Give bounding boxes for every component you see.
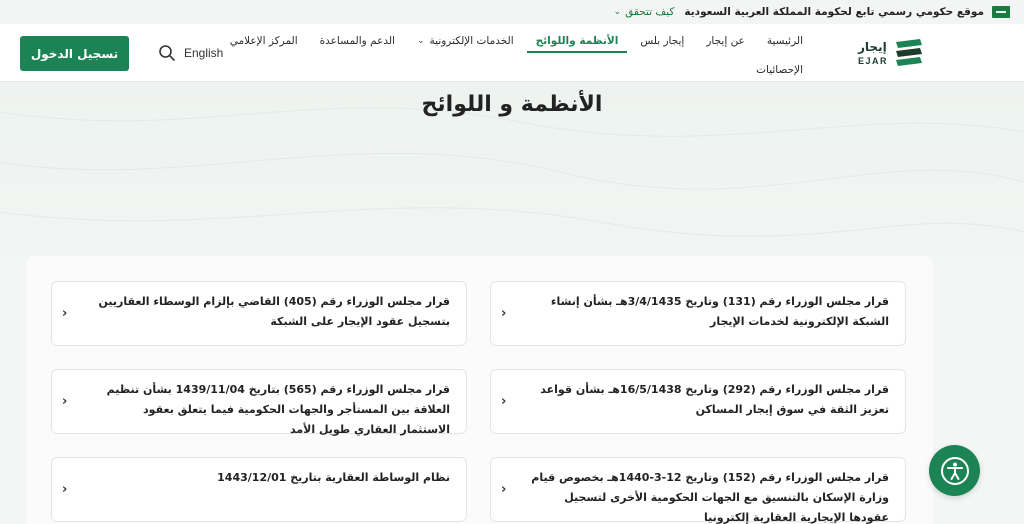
chevron-left-icon: ‹ [62, 482, 68, 497]
accessibility-button[interactable] [929, 445, 980, 496]
regulation-card-title: قرار مجلس الوزراء رقم (131) وتاريخ 3/4/1… [550, 295, 889, 328]
verify-label: كيف تتحقق [625, 6, 675, 18]
nav-item-ejar-plus[interactable]: إيجار بلس [629, 24, 695, 58]
nav-item-about[interactable]: عن إيجار [695, 24, 755, 58]
chevron-left-icon: ‹ [501, 482, 507, 497]
official-site-text: موقع حكومي رسمي تابع لحكومة المملكة العر… [684, 6, 984, 18]
chevron-left-icon: ‹ [62, 306, 68, 321]
regulation-card[interactable]: قرار مجلس الوزراء رقم (152) وتاريخ 12-3-… [490, 457, 906, 524]
hero-section: الأنظمة و اللوائح [0, 82, 1024, 282]
accessibility-icon [940, 456, 969, 485]
regulation-card-title: نظام الوساطة العقارية بتاريخ 1443/12/01 [217, 471, 450, 484]
nav-item-e-services[interactable]: الخدمات الإلكترونية ⌄ [406, 24, 525, 58]
nav-label: الدعم والمساعدة [319, 35, 395, 47]
login-button[interactable]: تسجيل الدخول [20, 36, 129, 71]
nav-row-primary: الرئيسية عن إيجار إيجار بلس الأنظمة والل… [219, 24, 814, 58]
official-banner: موقع حكومي رسمي تابع لحكومة المملكة العر… [0, 0, 1024, 24]
logo-arabic-text: إيجار [858, 40, 887, 54]
nav-item-regulations[interactable]: الأنظمة واللوائح [525, 24, 630, 58]
main-header: تسجيل الدخول English الرئيسية عن إيجار إ… [0, 24, 1024, 82]
nav-label: الرئيسية [766, 35, 803, 47]
ejar-logo-mark-icon [896, 39, 922, 66]
page-title: الأنظمة و اللوائح [421, 92, 603, 117]
nav-label: الأنظمة واللوائح [535, 35, 619, 47]
nav-label: الإحصائيات [756, 64, 803, 76]
nav-label: إيجار بلس [640, 35, 685, 47]
ejar-logo[interactable]: إيجار EJAR [858, 38, 928, 70]
chevron-left-icon: ‹ [62, 394, 68, 409]
saudi-flag-icon [992, 6, 1010, 18]
chevron-left-icon: ‹ [501, 306, 507, 321]
chevron-left-icon: ‹ [501, 394, 507, 409]
regulations-panel: قرار مجلس الوزراء رقم (131) وتاريخ 3/4/1… [26, 256, 933, 524]
nav-row-secondary: الإحصائيات [745, 60, 814, 80]
chevron-down-icon: ⌄ [416, 36, 425, 46]
nav-item-statistics[interactable]: الإحصائيات [745, 60, 814, 80]
chevron-down-icon: ⌄ [613, 7, 622, 17]
regulation-card-title: قرار مجلس الوزراء رقم (405) القاضي بإلزا… [98, 295, 450, 328]
nav-label: عن إيجار [706, 35, 745, 47]
regulation-card[interactable]: قرار مجلس الوزراء رقم (131) وتاريخ 3/4/1… [490, 281, 906, 346]
nav-item-support[interactable]: الدعم والمساعدة [309, 24, 406, 58]
nav-item-home[interactable]: الرئيسية [756, 24, 814, 58]
regulation-card[interactable]: قرار مجلس الوزراء رقم (292) وتاريخ 16/5/… [490, 369, 906, 434]
nav-label: المركز الإعلامي [229, 35, 298, 47]
regulation-card[interactable]: قرار مجلس الوزراء رقم (565) بتاريخ 1439/… [51, 369, 467, 436]
regulation-card-title: قرار مجلس الوزراء رقم (152) وتاريخ 12-3-… [531, 471, 889, 524]
nav-label: الخدمات الإلكترونية [429, 35, 514, 47]
search-icon[interactable] [158, 44, 176, 62]
regulation-card-title: قرار مجلس الوزراء رقم (565) بتاريخ 1439/… [106, 383, 450, 436]
logo-english-text: EJAR [858, 56, 889, 66]
regulation-card-title: قرار مجلس الوزراء رقم (292) وتاريخ 16/5/… [540, 383, 889, 416]
main-nav: الرئيسية عن إيجار إيجار بلس الأنظمة والل… [230, 24, 814, 82]
nav-item-media-center[interactable]: المركز الإعلامي [219, 24, 309, 58]
regulation-card[interactable]: نظام الوساطة العقارية بتاريخ 1443/12/01 … [51, 457, 467, 522]
how-to-verify-link[interactable]: كيف تتحقق ⌄ [614, 6, 675, 18]
language-switch[interactable]: English [184, 46, 223, 60]
regulation-card[interactable]: قرار مجلس الوزراء رقم (405) القاضي بإلزا… [51, 281, 467, 346]
